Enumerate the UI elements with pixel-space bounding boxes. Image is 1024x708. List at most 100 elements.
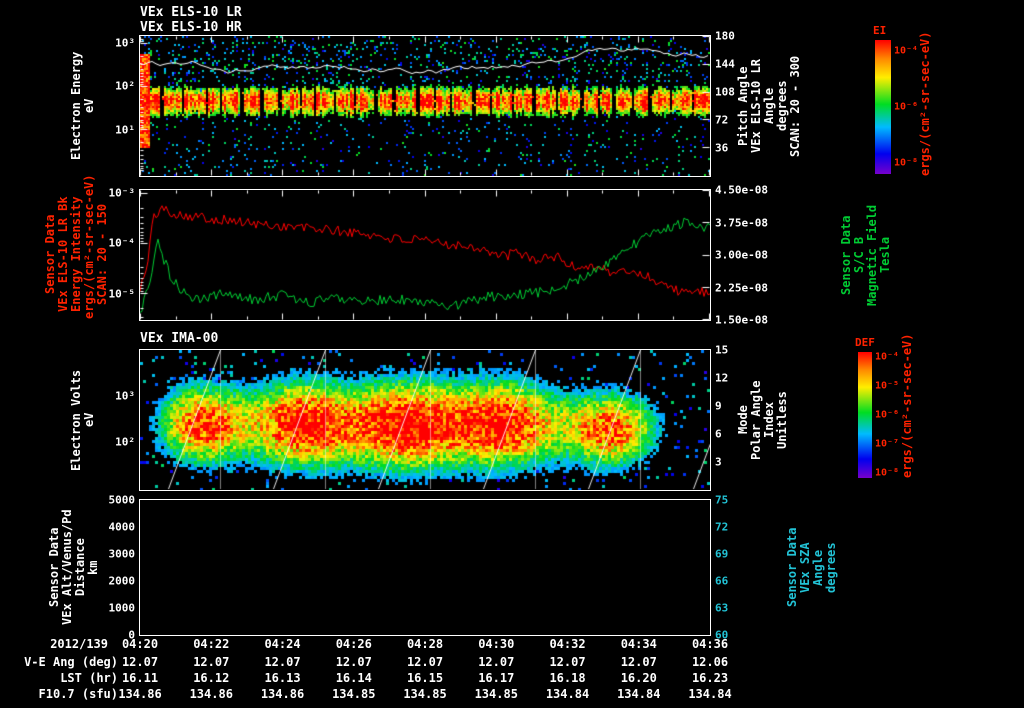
time-tick-label: 04:32 <box>549 637 586 651</box>
ei-colorbar-title: EI <box>873 24 887 37</box>
table-value: 16.12 <box>193 671 230 685</box>
bfield-right-axis-label: Sensor Data S/C B Magnetic Field Tesla <box>839 190 892 320</box>
els-energy-spectrogram-left-tick: 10² <box>115 79 135 93</box>
def-colorbar-tick: 10⁻⁵ <box>875 380 900 392</box>
els-intensity-magnetic-field-right-tick: 4.50e-08 <box>715 183 768 197</box>
def-colorbar-tick: 10⁻⁴ <box>875 351 900 363</box>
table-value: 16.15 <box>406 671 444 685</box>
intensity-bfield-plot <box>139 189 711 321</box>
ima-spectrogram-right-tick: 6 <box>715 427 722 441</box>
altitude-sza-canvas <box>140 500 710 635</box>
def-colorbar-title: DEF <box>855 336 875 349</box>
table-value: 134.84 <box>688 687 732 701</box>
table-value: 134.85 <box>403 687 447 701</box>
ima-spectrogram-right-tick: 15 <box>715 343 729 357</box>
time-tick-label: 04:20 <box>121 637 159 651</box>
table-value: 134.84 <box>545 687 590 701</box>
table-value: 16.20 <box>620 671 657 685</box>
altitude-sza-left-tick: 1000 <box>108 601 136 615</box>
ima-right-axis-label-line: Unitless <box>775 391 789 449</box>
date-label: 2012/139 <box>50 637 108 651</box>
table-value: 16.14 <box>335 671 372 685</box>
time-tick-label: 04:36 <box>691 637 729 651</box>
altitude-sza-left-tick: 2000 <box>108 574 136 588</box>
def-colorbar <box>858 352 872 478</box>
table-value: 12.07 <box>264 655 301 669</box>
def-colorbar-units: ergs/(cm²-sr-sec-eV) <box>900 333 914 479</box>
ei-colorbar <box>875 40 891 174</box>
time-tick-label: 04:30 <box>478 637 515 651</box>
table-value: 134.85 <box>332 687 376 701</box>
def-colorbar-tick: 10⁻⁶ <box>875 409 900 421</box>
table-value: 16.13 <box>264 671 301 685</box>
table-value: 12.07 <box>549 655 586 669</box>
intensity-y-axis-label-line: SCAN: 20 - 150 <box>95 203 109 305</box>
ima-y-axis-label-line: eV <box>82 412 96 428</box>
ei-colorbar-tick: 10⁻⁴ <box>894 45 919 57</box>
els-energy-spectrogram-right-tick: 36 <box>715 141 729 155</box>
table-value: 134.85 <box>474 687 518 701</box>
ima-spectrogram-canvas <box>140 350 710 490</box>
els-spectrogram-canvas <box>140 36 710 176</box>
els-spectrogram-plot <box>139 35 711 177</box>
altitude-sza-left-tick: 4000 <box>108 520 136 534</box>
time-tick-label: 04:34 <box>620 637 657 651</box>
intensity-y-axis-label: Sensor Data VEx ELS-10 LR Bk Energy Intens… <box>43 175 109 320</box>
altitude-sza-right-tick: 69 <box>715 547 729 561</box>
table-value: 12.07 <box>335 655 372 669</box>
altitude-sza-plot <box>139 499 711 636</box>
table-value: 134.86 <box>118 687 162 701</box>
altitude-sza-left-tick: 3000 <box>108 547 136 561</box>
intensity-bfield-canvas <box>140 190 710 320</box>
table-value: 12.06 <box>691 655 729 669</box>
ei-colorbar-tick: 10⁻⁸ <box>894 157 919 169</box>
sza-right-axis-label: Sensor Data VEx SZA Angle degrees <box>785 500 838 635</box>
altitude-sza-right-tick: 75 <box>715 493 729 507</box>
ima-spectrogram-right-tick: 12 <box>715 371 729 385</box>
altitude-sza-left-tick: 5000 <box>108 493 136 507</box>
ei-colorbar-units: ergs/(cm²-sr-sec-eV) <box>918 31 932 177</box>
ima-spectrogram-left-tick: 10³ <box>115 389 135 403</box>
table-value: 16.23 <box>691 671 729 685</box>
els-energy-spectrogram-left-tick: 10³ <box>115 36 135 50</box>
table-row-label: LST (hr) <box>60 671 118 685</box>
ima-spectrogram-left-tick: 10² <box>115 435 135 449</box>
table-value: 12.07 <box>478 655 515 669</box>
time-tick-label: 04:26 <box>335 637 372 651</box>
bfield-right-axis-label-line: Tesla <box>878 236 892 274</box>
ima-spectrogram-plot <box>139 349 711 491</box>
table-value: 134.86 <box>260 687 305 701</box>
table-value: 134.84 <box>617 687 661 701</box>
table-value: 12.07 <box>193 655 230 669</box>
els-intensity-magnetic-field-left-tick: 10⁻⁴ <box>108 236 136 250</box>
els-y-axis-label-line: eV <box>82 98 96 114</box>
ei-colorbar-tick: 10⁻⁶ <box>894 101 919 113</box>
els-energy-spectrogram-right-tick: 72 <box>715 113 729 127</box>
ima-spectrogram-right-tick: 3 <box>715 455 722 469</box>
time-tick-label: 04:28 <box>406 637 444 651</box>
els-intensity-magnetic-field-right-tick: 2.25e-08 <box>715 281 768 294</box>
altitude-y-axis-label: Sensor Data VEx Alt/Venus/Pd Distance km <box>47 500 100 635</box>
table-value: 12.07 <box>406 655 444 669</box>
table-value: 134.86 <box>189 687 233 701</box>
table-value: 16.18 <box>549 671 586 685</box>
els-energy-spectrogram-left-tick: 10¹ <box>115 123 135 137</box>
els-intensity-magnetic-field-left-tick: 10⁻³ <box>108 186 136 200</box>
els-intensity-magnetic-field-left-tick: 10⁻⁵ <box>108 287 136 301</box>
altitude-y-axis-label-line: km <box>86 560 100 575</box>
time-tick-label: 04:22 <box>193 637 230 651</box>
els-intensity-magnetic-field-right-tick: 3.00e-08 <box>715 248 768 262</box>
altitude-sza-right-tick: 72 <box>715 520 729 534</box>
ima-y-axis-label: Electron Volts eV <box>69 350 96 490</box>
els-energy-spectrogram-right-tick: 144 <box>715 57 735 71</box>
table-row-label: V-E Ang (deg) <box>24 655 118 669</box>
table-value: 16.17 <box>478 671 515 685</box>
sza-right-axis-label-line: degrees <box>824 542 838 593</box>
table-value: 12.07 <box>620 655 657 669</box>
table-value: 12.07 <box>121 655 159 669</box>
def-colorbar-tick: 10⁻⁷ <box>875 438 900 450</box>
ima-title: VEx IMA-00 <box>140 331 219 346</box>
els-y-axis-label: Electron Energy eV <box>69 36 96 176</box>
els-energy-spectrogram-right-tick: 108 <box>715 85 735 99</box>
els-right-axis-label: Pitch Angle VEx ELS-10 LR Angle degrees SCAN… <box>736 36 802 176</box>
